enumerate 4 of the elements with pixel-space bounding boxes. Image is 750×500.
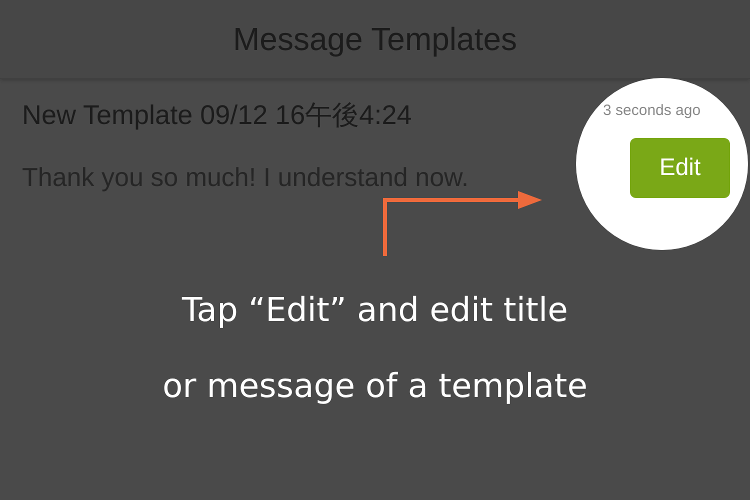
timestamp: 3 seconds ago xyxy=(603,102,701,119)
instruction-text: or message of a template xyxy=(162,365,588,407)
edit-button[interactable]: Edit xyxy=(630,138,730,198)
instruction-text: Tap “Edit” and edit title xyxy=(182,289,568,331)
